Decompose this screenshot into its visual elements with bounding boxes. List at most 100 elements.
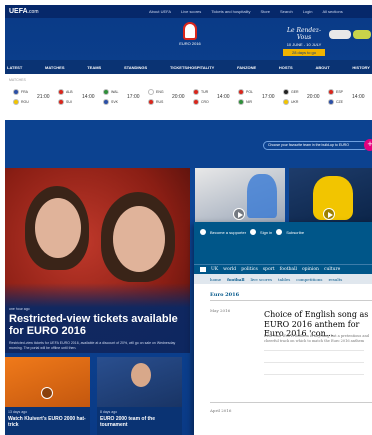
emblem-label: EURO 2016 <box>179 41 201 46</box>
story-card-team-of-tournament[interactable]: 8 days ago EURO 2000 team of the tournam… <box>97 357 182 435</box>
team-name: SUI <box>66 100 72 104</box>
guardian-top-bar: Become a supporter Sign in Subscribe <box>194 222 372 242</box>
flag-icon <box>238 89 244 95</box>
match-fixture[interactable]: WAL SVK 17:00 <box>103 87 153 111</box>
team-name: WAL <box>111 90 119 94</box>
match-fixture[interactable]: ESP CZE 14:00 <box>328 87 372 111</box>
team-name: FRA <box>21 90 28 94</box>
article-standfirst: Irish Man Won'It Anthem is anything but … <box>264 334 369 343</box>
story-card-kluivert[interactable]: 13 days ago Watch Kluivert's EURO 2000 h… <box>5 357 90 435</box>
subscribe-link[interactable]: Subscribe <box>286 230 304 235</box>
euro-2016-emblem[interactable]: EURO 2016 <box>178 22 202 52</box>
become-supporter-link[interactable]: Become a supporter <box>210 230 246 235</box>
team-row: CZE <box>328 97 372 107</box>
flag-icon <box>103 99 109 105</box>
video-thumbnail-match[interactable] <box>289 168 372 225</box>
uefa-top-links: About UEFA Live scores Tickets and hospita… <box>149 9 343 14</box>
main-story-title[interactable]: Restricted-view tickets available for EU… <box>9 313 186 337</box>
guardian-nav-sport[interactable]: sport <box>263 267 275 272</box>
date-label: April 2016 <box>210 408 232 413</box>
guardian-subnav-competitions[interactable]: competitions <box>296 277 322 282</box>
flag-icon <box>283 99 289 105</box>
team-name: ROU <box>21 100 29 104</box>
play-icon[interactable] <box>323 208 335 220</box>
guardian-masthead <box>194 242 372 264</box>
guardian-nav-opinion[interactable]: opinion <box>302 267 319 272</box>
story-title[interactable]: Watch Kluivert's EURO 2000 hat-trick <box>8 416 87 428</box>
team-name: ENG <box>156 90 164 94</box>
uefa-top-link[interactable]: All sections <box>323 9 343 14</box>
uefa-main-nav: LATEST MATCHES TEAMS STANDINGS TICKETS/HOSPI… <box>5 60 372 74</box>
flag-icon <box>328 89 334 95</box>
countdown-widget: Le Rendez-Vous 10 JUNE - 10 JULY 28 days… <box>283 27 325 56</box>
sign-in-link[interactable]: Sign in <box>260 230 272 235</box>
guardian-subnav-home[interactable]: home <box>210 277 221 282</box>
uefa-top-link[interactable]: Search <box>280 9 293 14</box>
match-time: 17:00 <box>262 94 275 100</box>
flag-icon <box>328 99 334 105</box>
team-name: POL <box>246 90 254 94</box>
team-name: CZE <box>336 100 343 104</box>
divider <box>210 300 372 301</box>
flag-icon <box>103 89 109 95</box>
flag-icon <box>13 99 19 105</box>
flag-icon <box>283 89 289 95</box>
uefa-top-link[interactable]: Tickets and hospitality <box>211 9 250 14</box>
guardian-nav-uk[interactable]: UK <box>211 267 218 272</box>
guardian-sub-nav: home football live scores tables competition… <box>194 274 372 284</box>
uefa-top-link[interactable]: Login <box>303 9 313 14</box>
nav-item-standings[interactable]: STANDINGS <box>124 65 147 70</box>
countdown-script: Le Rendez-Vous <box>287 27 321 41</box>
team-name: ESP <box>336 90 344 94</box>
sponsor-logo[interactable] <box>353 30 371 39</box>
nav-item-history[interactable]: HISTORY <box>352 65 370 70</box>
nav-item-hosts[interactable]: HOSTS <box>279 65 293 70</box>
guardian-nav-football[interactable]: football <box>280 267 297 272</box>
match-fixture[interactable]: ENG RUS 20:00 <box>148 87 198 111</box>
match-time: 20:00 <box>307 94 320 100</box>
divider <box>210 402 372 403</box>
guardian-nav-world[interactable]: world <box>223 267 236 272</box>
section-title[interactable]: Euro 2016 <box>210 292 239 298</box>
sponsor-logo[interactable] <box>329 30 351 39</box>
nav-item-teams[interactable]: TEAMS <box>87 65 101 70</box>
nav-item-matches[interactable]: MATCHES <box>45 65 64 70</box>
match-fixture[interactable]: FRA ROU 21:00 <box>13 87 63 111</box>
main-story-card[interactable]: one hour ago Restricted-view tickets ava… <box>5 168 190 353</box>
play-icon[interactable] <box>41 387 53 399</box>
play-icon[interactable] <box>233 208 245 220</box>
guardian-subnav-results[interactable]: results <box>328 277 342 282</box>
guardian-subnav-live-scores[interactable]: live scores <box>251 277 273 282</box>
match-fixture[interactable]: ALB SUI 14:00 <box>58 87 108 111</box>
team-selector-bar: Choose your favourite team in the build-… <box>5 120 372 168</box>
uefa-top-link[interactable]: About UEFA <box>149 9 171 14</box>
nav-item-about[interactable]: ABOUT <box>315 65 329 70</box>
date-label: May 2016 <box>210 308 231 313</box>
main-story-time: one hour ago <box>9 307 30 311</box>
uefa-logo[interactable]: UEFA.com <box>9 8 149 15</box>
match-fixture[interactable]: TUR CRO 14:00 <box>193 87 243 111</box>
nav-item-latest[interactable]: LATEST <box>7 65 22 70</box>
add-team-button[interactable]: + <box>364 139 372 151</box>
uefa-top-link[interactable]: Store <box>260 9 270 14</box>
team-row: ESP <box>328 87 372 97</box>
subscribe-icon <box>276 229 283 235</box>
nav-item-tickets-hospitality[interactable]: TICKETS/HOSPITALITY <box>170 65 214 70</box>
choose-team-field[interactable]: Choose your favourite team in the build-… <box>263 141 368 150</box>
team-name: SVK <box>111 100 119 104</box>
match-time: 14:00 <box>217 94 230 100</box>
match-time: 21:00 <box>37 94 50 100</box>
euro-logo-shape <box>247 174 277 218</box>
guardian-subnav-football[interactable]: football <box>227 277 244 282</box>
story-title[interactable]: EURO 2000 team of the tournament <box>100 416 179 428</box>
video-thumbnail-euro[interactable] <box>195 168 285 225</box>
guardian-subnav-tables[interactable]: tables <box>278 277 290 282</box>
match-fixture[interactable]: POL NIR 17:00 <box>238 87 288 111</box>
home-icon[interactable] <box>200 267 206 272</box>
guardian-nav-politics[interactable]: politics <box>241 267 258 272</box>
guardian-nav-culture[interactable]: culture <box>324 267 340 272</box>
nav-item-fanzone[interactable]: FANZONE <box>237 65 256 70</box>
uefa-top-link[interactable]: Live scores <box>181 9 201 14</box>
guardian-main-nav: UK world politics sport football opinion cultu… <box>194 264 372 274</box>
match-fixture[interactable]: GER UKR 20:00 <box>283 87 333 111</box>
